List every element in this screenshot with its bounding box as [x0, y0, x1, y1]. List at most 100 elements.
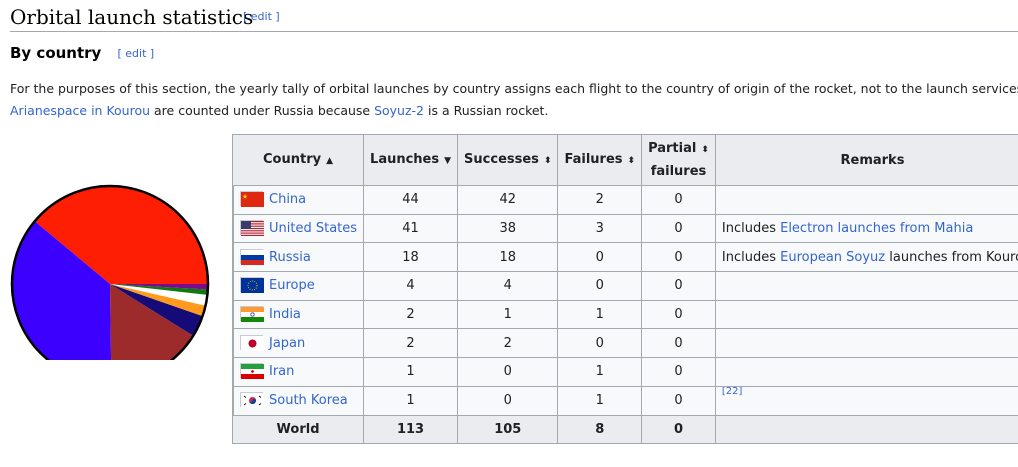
pie-slices — [12, 186, 208, 360]
country-cell: India — [232, 299, 365, 330]
successes-cell: 18 — [457, 242, 559, 273]
partial-failures-cell: 0 — [641, 271, 716, 301]
failures-cell: 0 — [557, 328, 643, 359]
country-link[interactable]: China — [269, 192, 306, 207]
table-row: Russia 18 18 0 0 Includes European Soyuz laun… — [232, 242, 1018, 273]
successes-cell: 42 — [457, 185, 559, 215]
country-link[interactable]: Europe — [269, 278, 315, 293]
table-row: Iran 1 0 1 0 — [232, 357, 1018, 387]
failures-cell: 1 — [557, 357, 643, 387]
eu-flag-icon — [240, 277, 264, 294]
failures-cell: 1 — [557, 385, 643, 416]
remarks-cell: Includes European Soyuz launches from Ko… — [714, 242, 1018, 273]
sort-icon[interactable]: ⬍ — [701, 145, 709, 155]
failures-cell: 0 — [557, 271, 643, 301]
partial-failures-cell: 0 — [641, 242, 716, 273]
partial-failures-cell: 0 — [641, 357, 716, 387]
total-partial: 0 — [641, 414, 716, 445]
failures-cell: 0 — [557, 242, 643, 273]
subsection-edit-link[interactable]: [ edit ] — [117, 47, 154, 60]
table-row-total: World 113 105 8 0 — [231, 414, 1018, 445]
launches-cell: 1 — [363, 357, 459, 387]
country-link[interactable]: South Korea — [269, 393, 348, 408]
table-row: United States 41 38 3 0 Includes Electron lau… — [232, 213, 1018, 244]
country-cell: United States — [232, 213, 365, 244]
us-flag-icon — [240, 220, 264, 237]
country-link[interactable]: Russia — [269, 250, 311, 265]
failures-cell: 1 — [557, 299, 643, 330]
launches-cell: 4 — [363, 271, 459, 301]
launches-cell: 2 — [363, 299, 459, 330]
successes-cell: 38 — [457, 213, 559, 244]
arianespace-kourou-link[interactable]: Arianespace in Kourou — [10, 103, 150, 118]
col-header-partial-failures[interactable]: Partial ⬍ failures — [641, 134, 716, 186]
partial-failures-cell: 0 — [641, 299, 716, 330]
subsection-title: By country — [10, 44, 102, 62]
remarks-link[interactable]: Electron launches from Mahia — [780, 221, 973, 236]
launches-cell: 41 — [363, 213, 459, 244]
soyuz-2-link[interactable]: Soyuz-2 — [374, 103, 424, 118]
country-cell: China — [232, 185, 365, 215]
section-edit-link[interactable]: [ edit ] — [243, 10, 280, 23]
failures-cell: 3 — [557, 213, 643, 244]
paragraph-line2-mid: are counted under Russia because — [150, 103, 375, 118]
kr-flag-icon — [240, 392, 264, 409]
successes-cell: 0 — [457, 385, 559, 416]
partial-failures-cell: 0 — [641, 185, 716, 215]
sort-icon[interactable]: ⬍ — [628, 156, 636, 166]
country-cell: Iran — [232, 357, 365, 387]
total-successes: 105 — [457, 414, 559, 445]
country-cell: Europe — [232, 271, 365, 301]
remarks-cell — [714, 357, 1018, 387]
failures-cell: 2 — [557, 185, 643, 215]
cn-flag-icon — [240, 191, 264, 208]
country-link[interactable]: Iran — [269, 364, 294, 379]
launches-cell: 1 — [363, 385, 459, 416]
launches-cell: 2 — [363, 328, 459, 359]
col-header-country[interactable]: Country ▲︎ — [231, 134, 365, 186]
country-link[interactable]: United States — [269, 221, 357, 236]
successes-cell: 2 — [457, 328, 559, 359]
sort-icon[interactable]: ▲︎ — [326, 156, 333, 166]
launches-by-country-table: Country ▲︎ Launches ▼ Successes ⬍ Failures ⬍… — [231, 134, 1018, 445]
launches-pie-chart — [10, 184, 210, 360]
col-header-launches[interactable]: Launches ▼ — [363, 134, 459, 186]
launches-cell: 18 — [363, 242, 459, 273]
total-failures: 8 — [557, 414, 643, 445]
table-row: Japan 2 2 0 0 — [232, 328, 1018, 359]
total-label: World — [231, 414, 365, 445]
ir-flag-icon — [240, 363, 264, 380]
paragraph-line1: For the purposes of this section, the ye… — [10, 81, 1018, 96]
subsection-heading: By country [ edit ] — [10, 44, 154, 62]
table-row: Europe 4 4 0 0 — [232, 271, 1018, 301]
remarks-cell — [714, 328, 1018, 359]
col-header-remarks: Remarks — [714, 134, 1018, 186]
country-cell: Japan — [232, 328, 365, 359]
partial-failures-cell: 0 — [641, 328, 716, 359]
table-row: India 2 1 1 0 — [232, 299, 1018, 330]
country-link[interactable]: India — [269, 307, 301, 322]
remarks-cell: Includes Electron launches from Mahia — [714, 213, 1018, 244]
sort-desc-icon[interactable]: ▼ — [444, 156, 451, 166]
country-cell: Russia — [232, 242, 365, 273]
remarks-text: launches from Kouro — [885, 249, 1018, 265]
col-header-failures[interactable]: Failures ⬍ — [557, 134, 643, 186]
remarks-cell — [714, 185, 1018, 215]
reference-link[interactable]: [22] — [722, 387, 743, 397]
table-row: China 44 42 2 0 — [232, 185, 1018, 215]
country-link[interactable]: Japan — [269, 336, 305, 351]
col-header-successes[interactable]: Successes ⬍ — [457, 134, 559, 186]
remarks-link[interactable]: European Soyuz — [780, 250, 885, 265]
total-launches: 113 — [363, 414, 459, 445]
successes-cell: 0 — [457, 357, 559, 387]
in-flag-icon — [240, 306, 264, 323]
remarks-cell — [714, 299, 1018, 330]
intro-paragraph: For the purposes of this section, the ye… — [10, 78, 1018, 122]
paragraph-line2-end: is a Russian rocket. — [424, 103, 549, 118]
section-heading: Orbital launch statistics [ edit ] — [10, 2, 1018, 32]
remarks-cell — [714, 271, 1018, 301]
successes-cell: 4 — [457, 271, 559, 301]
sort-icon[interactable]: ⬍ — [544, 156, 552, 166]
remarks-text: Includes — [721, 221, 781, 237]
country-cell: South Korea — [232, 385, 365, 416]
